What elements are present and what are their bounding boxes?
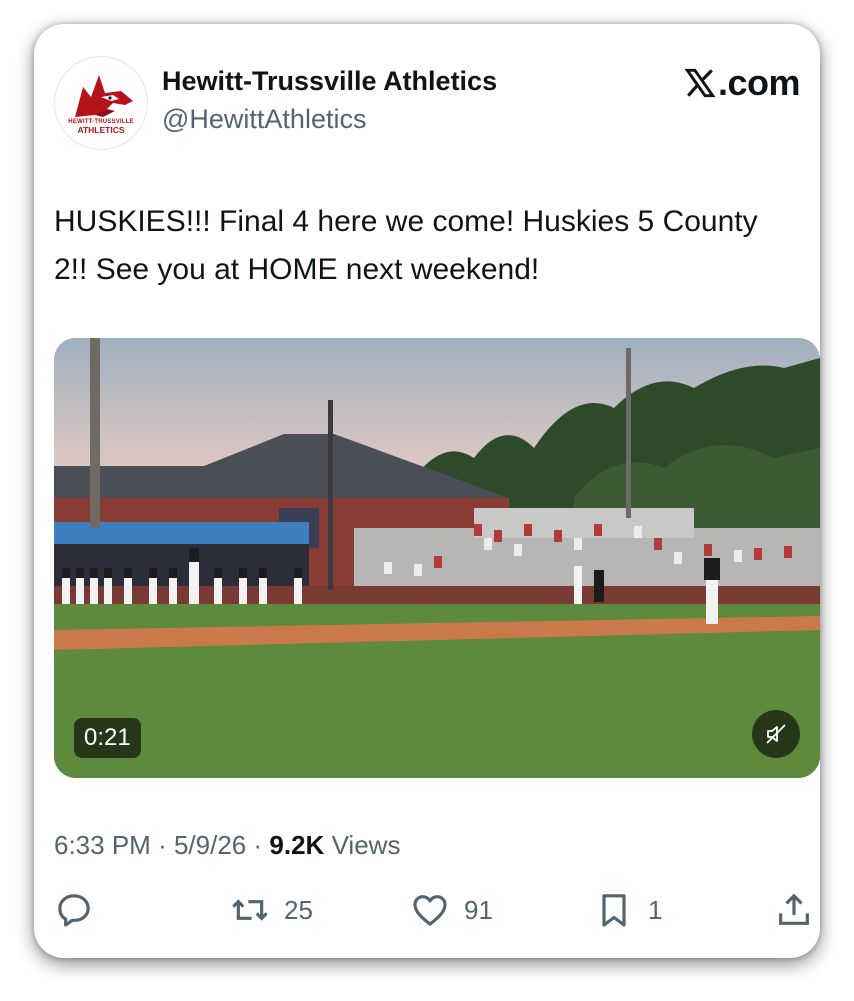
reply-icon [58,894,90,927]
like-button[interactable]: 91 [410,890,493,930]
x-logo-text: .com [717,62,801,103]
like-count: 91 [464,894,493,925]
video-player[interactable]: 0:21 [54,338,820,778]
retweet-icon [232,899,268,921]
video-thumbnail [54,338,820,778]
reply-button[interactable] [54,890,94,930]
bookmark-button[interactable]: 1 [594,890,662,930]
author-name[interactable]: Hewitt-Trussville Athletics [162,66,497,97]
x-logo[interactable]: .com [684,62,801,104]
tweet-date[interactable]: 5/9/26 [174,830,246,860]
tweet-time[interactable]: 6:33 PM [54,830,151,860]
share-button[interactable] [774,890,814,930]
avatar[interactable]: HEWITT-TRUSSVILLE ATHLETICS [54,56,148,150]
meta-separator: · [158,830,167,860]
mute-button[interactable] [752,710,800,758]
avatar-line-2: ATHLETICS [77,125,125,135]
speaker-muted-icon [766,724,786,744]
meta-separator: · [253,830,263,860]
action-bar: 25 91 1 [54,890,814,936]
bookmark-icon [602,894,626,927]
views-label: Views [331,830,401,860]
retweet-button[interactable]: 25 [230,890,313,930]
bookmark-count: 1 [648,894,663,925]
author-handle[interactable]: @HewittAthletics [162,104,366,135]
heart-icon [413,895,447,926]
husky-logo-icon [75,75,133,117]
retweet-count: 25 [284,894,313,925]
tweet-meta: 6:33 PM · 5/9/26 · 9.2K Views [54,830,400,861]
video-duration: 0:21 [74,718,141,758]
tweet-card: HEWITT-TRUSSVILLE ATHLETICS Hewitt-Truss… [34,24,820,958]
tweet-text: HUSKIES!!! Final 4 here we come! Huskies… [54,205,758,286]
x-icon [684,68,716,98]
share-icon [779,893,809,925]
views-count: 9.2K [269,830,325,860]
avatar-wordmark: HEWITT-TRUSSVILLE ATHLETICS [55,119,147,135]
